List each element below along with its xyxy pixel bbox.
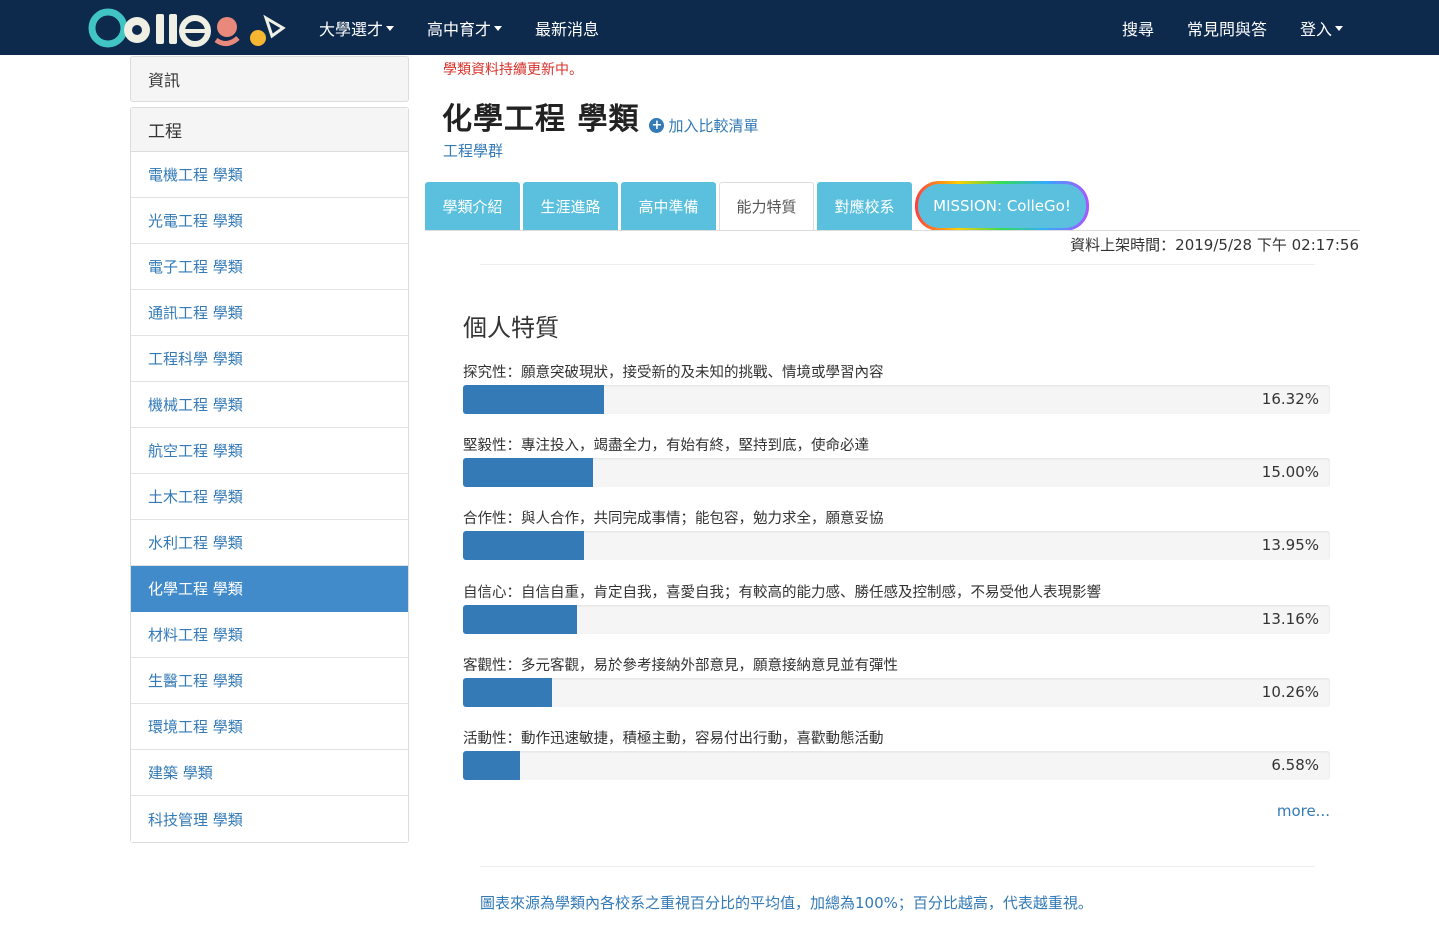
sidebar-item-14[interactable]: 科技管理 學類 (131, 796, 408, 842)
section-divider-top (480, 264, 1315, 265)
nav-right-item-0[interactable]: 搜尋 (1122, 16, 1154, 40)
trait-row: 客觀性：多元客觀，易於參考接納外部意見，願意接納意見並有彈性 10.26% (463, 656, 1330, 707)
section-title: 個人特質 (463, 314, 559, 342)
sidebar-item-12[interactable]: 環境工程 學類 (131, 704, 408, 750)
section-divider-bottom (480, 866, 1315, 867)
caret-down-icon (386, 26, 395, 31)
progress-track: 13.16% (463, 605, 1330, 634)
nav-right-item-label: 登入 (1299, 19, 1332, 39)
progress-track: 16.32% (463, 385, 1330, 414)
tab-5[interactable]: MISSION: ColleGo! (915, 181, 1089, 231)
progress-fill (463, 531, 584, 560)
trait-label: 合作性：與人合作，共同完成事情；能包容，勉力求全，願意妥協 (463, 511, 884, 527)
update-notice: 學類資料持續更新中。 (443, 62, 583, 78)
trait-percent: 10.26% (1261, 683, 1319, 701)
category-sidebar: 資訊 工程 電機工程 學類 光電工程 學類 電子工程 學類 通訊工程 學類 工程科學 學… (130, 56, 409, 843)
chart-footnote: 圖表來源為學類內各校系之重視百分比的平均值，加總為100%；百分比越高，代表越重… (480, 894, 1093, 912)
sidebar-item-0[interactable]: 電機工程 學類 (131, 152, 408, 198)
sidebar-item-8[interactable]: 水利工程 學類 (131, 520, 408, 566)
trait-percent: 13.16% (1261, 610, 1319, 628)
publish-timestamp: 資料上架時間：2019/5/28 下午 02:17:56 (1070, 236, 1359, 254)
caret-down-icon (494, 26, 503, 31)
tab-4[interactable]: 對應校系 (817, 182, 912, 230)
sidebar-item-2[interactable]: 電子工程 學類 (131, 244, 408, 290)
sidebar-item-list: 電機工程 學類 光電工程 學類 電子工程 學類 通訊工程 學類 工程科學 學類 機械工程 … (131, 152, 408, 842)
sidebar-item-4[interactable]: 工程科學 學類 (131, 336, 408, 382)
sidebar-item-7[interactable]: 土木工程 學類 (131, 474, 408, 520)
page-title: 化學工程 學類 (442, 102, 640, 137)
sidebar-item-10[interactable]: 材料工程 學類 (131, 612, 408, 658)
caret-down-icon (1335, 26, 1343, 31)
sidebar-item-5[interactable]: 機械工程 學類 (131, 382, 408, 428)
trait-label: 探究性：願意突破現狀，接受新的及未知的挑戰、情境或學習內容 (463, 365, 884, 381)
sidebar-item-9[interactable]: 化學工程 學類 (131, 566, 408, 612)
trait-row: 堅毅性：專注投入，竭盡全力，有始有終，堅持到底，使命必達 15.00% (463, 436, 1330, 487)
progress-fill (463, 385, 605, 414)
progress-fill (463, 751, 521, 780)
add-to-compare-label: 加入比較清單 (668, 117, 759, 135)
trait-percent: 16.32% (1261, 390, 1319, 408)
sidebar-item-3[interactable]: 通訊工程 學類 (131, 290, 408, 336)
progress-track: 15.00% (463, 458, 1330, 487)
trait-row: 自信心：自信自重，肯定自我，喜愛自我；有較高的能力感、勝任感及控制感，不易受他人… (463, 583, 1330, 634)
utility-menu: 搜尋 常見問與答 登入 (1089, 0, 1343, 55)
sidebar-engineering-group: 工程 電機工程 學類 光電工程 學類 電子工程 學類 通訊工程 學類 工程科學 學類 機械… (130, 107, 409, 843)
tab-2[interactable]: 高中準備 (621, 182, 716, 230)
nav-left-item-label: 高中育才 (427, 19, 492, 39)
tab-0[interactable]: 學類介紹 (425, 182, 520, 230)
tab-baseline (425, 230, 1360, 231)
progress-fill (463, 605, 578, 634)
progress-track: 13.95% (463, 531, 1330, 560)
trait-percent: 15.00% (1261, 463, 1319, 481)
nav-left-item-label: 最新消息 (535, 19, 600, 39)
top-navbar: 大學選才 高中育才 最新消息 搜尋 常見問與答 登入 (0, 0, 1439, 55)
trait-row: 活動性：動作迅速敏捷，積極主動，容易付出行動，喜歡動態活動 6.58% (463, 729, 1330, 780)
progress-track: 6.58% (463, 751, 1330, 780)
progress-fill (463, 458, 594, 487)
progress-track: 10.26% (463, 678, 1330, 707)
title-row: 化學工程 學類 + 加入比較清單 (442, 94, 758, 138)
nav-right-item-label: 常見問與答 (1186, 19, 1267, 39)
sidebar-item-6[interactable]: 航空工程 學類 (131, 428, 408, 474)
progress-fill (463, 678, 552, 707)
collego-logo[interactable] (88, 6, 293, 50)
tab-3[interactable]: 能力特質 (719, 182, 814, 230)
nav-right-item-2[interactable]: 登入 (1300, 16, 1343, 40)
trait-label: 活動性：動作迅速敏捷，積極主動，容易付出行動，喜歡動態活動 (463, 731, 884, 747)
sidebar-item-1[interactable]: 光電工程 學類 (131, 198, 408, 244)
add-to-compare-button[interactable]: + 加入比較清單 (649, 115, 758, 136)
nav-left-item-0[interactable]: 大學選才 (319, 16, 395, 40)
plus-circle-icon: + (649, 118, 665, 133)
trait-label: 堅毅性：專注投入，竭盡全力，有始有終，堅持到底，使命必達 (463, 438, 869, 454)
category-group-link[interactable]: 工程學群 (443, 140, 503, 161)
sidebar-item-13[interactable]: 建築 學類 (131, 750, 408, 796)
nav-right-item-label: 搜尋 (1121, 19, 1154, 39)
more-link[interactable]: more... (1277, 802, 1330, 820)
sidebar-group-header[interactable]: 工程 (131, 108, 408, 152)
nav-left-item-2[interactable]: 最新消息 (535, 16, 599, 40)
nav-right-item-1[interactable]: 常見問與答 (1187, 16, 1267, 40)
tab-1[interactable]: 生涯進路 (523, 182, 618, 230)
nav-left-item-label: 大學選才 (319, 19, 384, 39)
sidebar-item-11[interactable]: 生醫工程 學類 (131, 658, 408, 704)
nav-left-item-1[interactable]: 高中育才 (427, 16, 503, 40)
main-menu: 大學選才 高中育才 最新消息 (319, 0, 632, 55)
trait-label: 自信心：自信自重，肯定自我，喜愛自我；有較高的能力感、勝任感及控制感，不易受他人… (463, 585, 1101, 601)
content-tabs: 學類介紹 生涯進路 高中準備 能力特質 對應校系 MISSION: ColleGo! (425, 182, 1092, 231)
trait-row: 探究性：願意突破現狀，接受新的及未知的挑戰、情境或學習內容 16.32% (463, 363, 1330, 414)
trait-label: 客觀性：多元客觀，易於參考接納外部意見，願意接納意見並有彈性 (463, 658, 898, 674)
trait-percent: 6.58% (1271, 756, 1319, 774)
trait-row: 合作性：與人合作，共同完成事情；能包容，勉力求全，願意妥協 13.95% (463, 509, 1330, 560)
trait-percent: 13.95% (1261, 536, 1319, 554)
sidebar-info-header[interactable]: 資訊 (130, 56, 409, 102)
